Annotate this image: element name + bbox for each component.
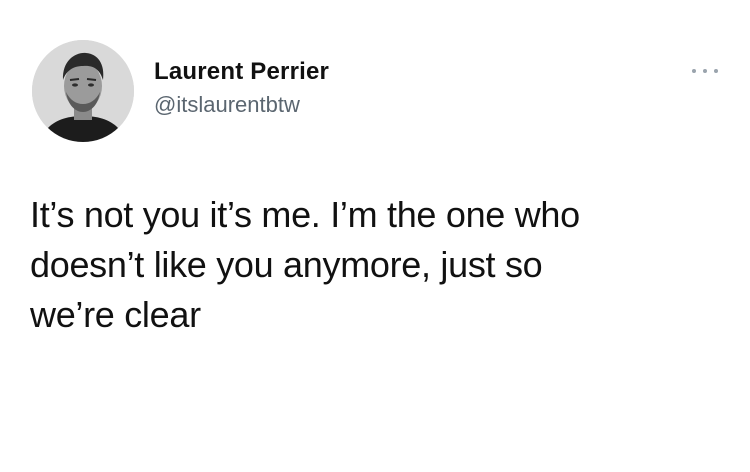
avatar-photo-icon — [32, 40, 134, 142]
more-options-button[interactable] — [692, 64, 718, 78]
avatar[interactable] — [32, 40, 134, 142]
tweet-header: Laurent Perrier @itslaurentbtw — [32, 40, 329, 142]
author-names: Laurent Perrier @itslaurentbtw — [154, 57, 329, 119]
tweet-card: Laurent Perrier @itslaurentbtw It’s not … — [0, 0, 750, 472]
ellipsis-icon — [703, 69, 707, 73]
tweet-text: It’s not you it’s me. I’m the one who do… — [30, 194, 580, 335]
author-handle[interactable]: @itslaurentbtw — [154, 91, 329, 119]
ellipsis-icon — [692, 69, 696, 73]
author-display-name[interactable]: Laurent Perrier — [154, 57, 329, 87]
ellipsis-icon — [714, 69, 718, 73]
